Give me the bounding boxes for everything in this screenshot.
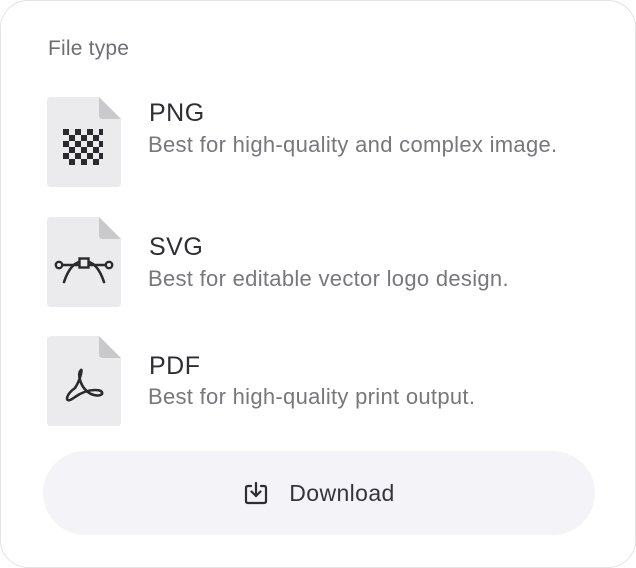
file-type-name: PNG — [149, 99, 205, 127]
file-type-option-pdf[interactable]: PDF Best for high-quality print output. — [47, 336, 607, 428]
file-type-description: Best for editable vector logo design. — [148, 266, 509, 291]
pdf-acrobat-icon — [65, 368, 104, 402]
file-type-name: PDF — [149, 352, 201, 380]
file-type-option-svg[interactable]: SVG Best for editable vector logo design… — [47, 217, 607, 309]
svg-file-icon — [47, 217, 121, 307]
section-title: File type — [48, 37, 130, 60]
download-button-label: Download — [289, 479, 395, 506]
png-file-icon — [47, 97, 121, 187]
file-type-name: SVG — [149, 233, 204, 261]
download-tray-icon — [245, 481, 268, 505]
pdf-file-icon — [47, 336, 121, 426]
download-button[interactable]: Download — [43, 451, 595, 535]
file-type-option-png[interactable]: PNG Best for high-quality and complex im… — [47, 97, 607, 189]
bezier-pen-icon — [54, 257, 114, 284]
file-type-description: Best for high-quality print output. — [148, 384, 476, 409]
checkerboard-icon — [63, 129, 103, 165]
file-type-description: Best for high-quality and complex image. — [148, 132, 558, 157]
file-type-panel: File type PNG Best for high-quality and … — [0, 0, 636, 568]
